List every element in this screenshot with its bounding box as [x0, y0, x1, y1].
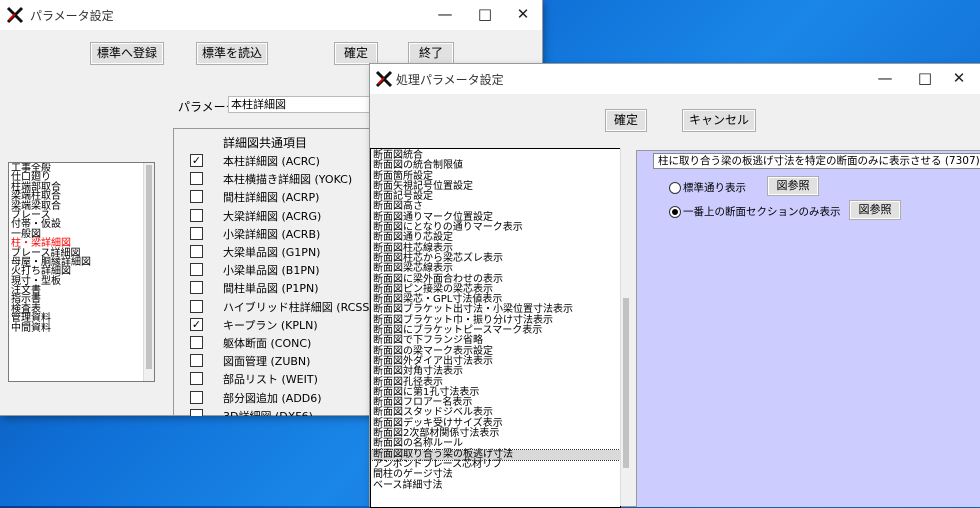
cancel-button[interactable]: キャンセル	[682, 109, 756, 132]
proc-scroll-thumb[interactable]	[623, 298, 629, 468]
detail-row[interactable]: ハイブリッド柱詳細図 (RCSS)	[174, 298, 374, 314]
detail-label: 部品リスト (WEIT)	[223, 373, 318, 387]
detail-label: 小梁単品図 (B1PN)	[223, 264, 320, 278]
option-standard-label: 標準通り表示	[683, 182, 746, 194]
detail-label: 大梁詳細図 (ACRG)	[223, 209, 322, 223]
app-logo-icon	[375, 70, 393, 88]
category-items: 工事全般 仕口廻り 柱端部取合 梁端柱取合 梁端梁取合 ブレース 付帯・仮設 一般図 柱・梁詳細…	[9, 163, 154, 333]
detail-checkbox[interactable]: ✓	[190, 317, 203, 331]
proc-items: 断面図統合 断面図の統合制限値 断面箇所設定 断面矢視記号位置設定 断面記号設定 断面図高…	[371, 149, 620, 491]
detail-row[interactable]: 躯体断面 (CONC)	[174, 334, 374, 350]
proc-window-title: 処理パラメータ設定	[396, 73, 504, 87]
detail-label: 部分図追加 (ADD6)	[223, 391, 322, 405]
detail-row[interactable]: ✓ 本柱詳細図 (ACRC)	[174, 152, 374, 168]
load-standard-button[interactable]: 標準を読込	[196, 42, 268, 65]
close-icon[interactable]: ✕	[936, 64, 980, 94]
param-window-title: パラメータ設定	[30, 9, 114, 23]
detail-row[interactable]: 部分図追加 (ADD6)	[174, 389, 374, 405]
detail-label: ハイブリッド柱詳細図 (RCSS)	[223, 300, 374, 314]
option-standard-ref-button[interactable]: 図参照	[767, 176, 819, 196]
detail-label: 躯体断面 (CONC)	[223, 337, 312, 350]
proc-list-item[interactable]: ベース詳細寸法	[371, 480, 620, 491]
detail-checkbox[interactable]	[190, 390, 203, 404]
detail-row[interactable]: 間柱詳細図 (ACRP)	[174, 188, 374, 204]
setting-title: 柱に取り合う梁の板逃げ寸法を特定の断面のみに表示させる (7307)	[653, 153, 980, 169]
param-titlebar[interactable]: パラメータ設定 — □ ✕	[0, 0, 542, 30]
detail-row[interactable]: 本柱横描き詳細図 (YOKC)	[174, 170, 374, 186]
category-item[interactable]: 中間資料	[9, 323, 154, 333]
detail-checkbox[interactable]: ✓	[190, 154, 203, 167]
proc-list-item[interactable]: 断面図対角寸法表示	[371, 366, 620, 377]
register-standard-button[interactable]: 標準へ登録	[90, 42, 164, 65]
detail-row[interactable]: 小梁単品図 (B1PN)	[174, 261, 374, 277]
detail-checkbox[interactable]	[190, 354, 203, 368]
detail-label: 本柱横描き詳細図 (YOKC)	[223, 173, 353, 187]
proc-list-item[interactable]: 間柱のゲージ寸法	[371, 469, 620, 480]
detail-row[interactable]: 小梁詳細図 (ACRB)	[174, 225, 374, 241]
detail-label: 図面管理 (ZUBN)	[223, 355, 311, 369]
detail-checkbox[interactable]	[190, 263, 203, 277]
proc-titlebar[interactable]: 処理パラメータ設定 — □ ✕	[370, 64, 980, 94]
detail-row[interactable]: 3D詳細図 (DXF6)	[174, 407, 374, 416]
detail-checkbox[interactable]	[190, 281, 203, 295]
option-top-section-label: 一番上の断面セクションのみ表示	[683, 206, 841, 218]
detail-checkbox[interactable]	[190, 226, 203, 240]
option-top-section-radio[interactable]	[669, 206, 681, 218]
detail-label: 間柱単品図 (P1PN)	[223, 282, 319, 296]
detail-row[interactable]: 部品リスト (WEIT)	[174, 370, 374, 386]
category-list[interactable]: 工事全般 仕口廻り 柱端部取合 梁端柱取合 梁端梁取合 ブレース 付帯・仮設 一般図 柱・梁詳細…	[8, 162, 155, 382]
detail-checkbox[interactable]	[190, 190, 203, 204]
detail-label: キープラン (KPLN)	[223, 318, 318, 332]
detail-header: 詳細図共通項目	[223, 136, 308, 150]
proc-item-list[interactable]: 断面図統合 断面図の統合制限値 断面箇所設定 断面矢視記号位置設定 断面記号設定 断面図高…	[370, 148, 621, 508]
detail-row[interactable]: 大梁単品図 (G1PN)	[174, 243, 374, 259]
detail-row[interactable]: 大梁詳細図 (ACRG)	[174, 207, 374, 223]
detail-label: 大梁単品図 (G1PN)	[223, 246, 321, 259]
exit-button[interactable]: 終了	[408, 42, 454, 65]
close-icon[interactable]: ✕	[500, 0, 546, 30]
detail-checkbox[interactable]	[190, 336, 203, 349]
detail-row[interactable]: ✓ キープラン (KPLN)	[174, 316, 374, 332]
detail-checkbox[interactable]	[190, 172, 203, 186]
category-scrollbar[interactable]	[143, 163, 154, 381]
detail-label: 小梁詳細図 (ACRB)	[223, 227, 321, 241]
proc-confirm-button[interactable]: 確定	[605, 109, 647, 132]
detail-checkbox[interactable]	[190, 299, 203, 313]
detail-checkbox[interactable]	[190, 372, 203, 386]
category-scroll-thumb[interactable]	[146, 165, 152, 369]
setting-panel: 柱に取り合う梁の板逃げ寸法を特定の断面のみに表示させる (7307) 標準通り表…	[636, 150, 980, 507]
detail-panel: 詳細図共通項目 ✓ 本柱詳細図 (ACRC) 本柱横描き詳細図 (YOKC) 間柱詳細…	[173, 128, 374, 416]
detail-row[interactable]: 間柱単品図 (P1PN)	[174, 279, 374, 295]
proc-scrollbar[interactable]	[620, 148, 631, 506]
detail-checkbox[interactable]	[190, 245, 203, 258]
detail-checkbox[interactable]	[190, 208, 203, 222]
detail-label: 本柱詳細図 (ACRC)	[223, 155, 320, 168]
detail-label: 間柱詳細図 (ACRP)	[223, 191, 320, 205]
app-logo-icon	[6, 6, 24, 24]
param-confirm-button[interactable]: 確定	[334, 42, 378, 65]
option-top-section-ref-button[interactable]: 図参照	[849, 200, 901, 220]
detail-label: 3D詳細図 (DXF6)	[223, 408, 313, 416]
option-standard-radio[interactable]	[669, 182, 681, 194]
proc-window: 処理パラメータ設定 — □ ✕ 確定 キャンセル 断面図統合 断面図の統合制限値断…	[370, 64, 980, 508]
detail-row[interactable]: 図面管理 (ZUBN)	[174, 352, 374, 368]
param-value-field[interactable]: 本柱詳細図	[228, 96, 370, 113]
detail-checkbox[interactable]	[190, 408, 203, 416]
